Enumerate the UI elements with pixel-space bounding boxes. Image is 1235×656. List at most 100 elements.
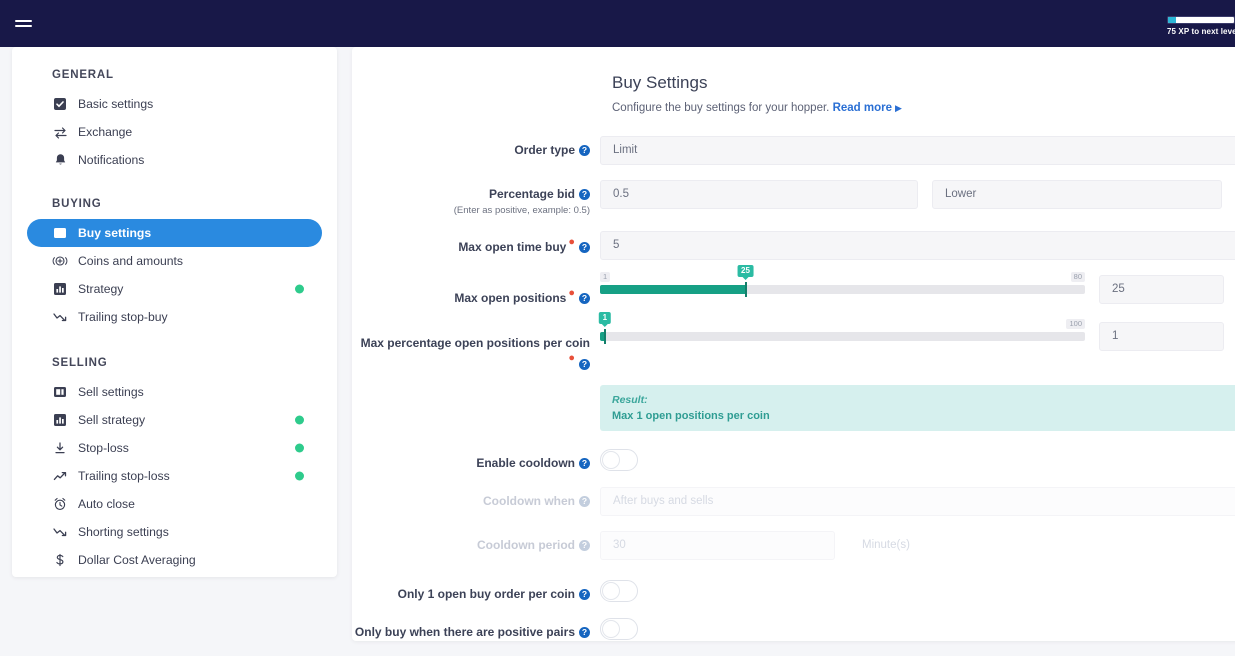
- help-icon[interactable]: ?: [579, 539, 590, 551]
- field-row-enable-cooldown: Enable cooldown?: [352, 448, 1235, 472]
- xp-progress: 75 XP to next level!: [1167, 16, 1235, 36]
- field-label: Max percentage open positions per coin: [360, 336, 590, 351]
- max-pct-open-positions-slider[interactable]: 1 100 1: [598, 312, 1085, 351]
- sidebar-item-label: Sell settings: [78, 385, 144, 399]
- required-marker: ●: [568, 352, 575, 365]
- slider-thumb[interactable]: [603, 329, 606, 345]
- sidebar-item-shorting-settings[interactable]: Shorting settings: [27, 518, 322, 546]
- sidebar-item-coins-and-amounts[interactable]: Coins and amounts: [27, 247, 322, 275]
- slider-thumb[interactable]: [744, 282, 747, 297]
- label-max-open-positions: Max open positions ●?: [352, 275, 600, 307]
- required-marker: ●: [568, 236, 575, 248]
- percentage-bid-input[interactable]: 0.5: [600, 180, 918, 209]
- toggle-knob: [602, 581, 620, 600]
- slider-fill: [600, 285, 746, 294]
- label-enable-cooldown: Enable cooldown?: [352, 449, 600, 472]
- field-row-only-1-open-buy-order: Only 1 open buy order per coin?: [352, 579, 1235, 603]
- slider-track[interactable]: 25: [600, 265, 1085, 297]
- help-icon[interactable]: ?: [579, 189, 590, 200]
- toggle-knob: [602, 450, 620, 469]
- sidebar-item-auto-close[interactable]: Auto close: [27, 490, 322, 518]
- only-buy-positive-pairs-toggle[interactable]: [600, 617, 638, 640]
- sidebar-item-sell-settings[interactable]: Sell settings: [27, 378, 322, 406]
- max-open-time-buy-input[interactable]: 5: [600, 231, 1235, 260]
- result-prefix: Max: [612, 409, 637, 422]
- required-marker: ●: [568, 287, 575, 299]
- help-icon[interactable]: ?: [579, 588, 590, 600]
- sidebar-item-label: Stop-loss: [78, 441, 129, 455]
- chart-bar-icon: [52, 281, 68, 297]
- label-max-open-time-buy: Max open time buy ●?: [352, 231, 600, 256]
- field-label: Max open time buy: [458, 240, 567, 255]
- sidebar-item-label: Dollar Cost Averaging: [78, 553, 196, 567]
- max-open-positions-slider[interactable]: 1 80 25: [600, 265, 1085, 304]
- slider-track[interactable]: 1: [598, 312, 1085, 345]
- enable-cooldown-toggle[interactable]: [600, 448, 638, 471]
- help-icon[interactable]: ?: [579, 293, 590, 305]
- page-subtitle-text: Configure the buy settings for your hopp…: [612, 102, 830, 114]
- max-pct-open-positions-input[interactable]: 1: [1099, 322, 1224, 352]
- field-label: Enable cooldown: [476, 455, 575, 470]
- field-row-cooldown-when: Cooldown when? After buys and sells: [352, 486, 1235, 516]
- sidebar-item-strategy[interactable]: Strategy: [27, 275, 322, 303]
- sidebar-item-trailing-stop-buy[interactable]: Trailing stop-buy: [27, 303, 322, 331]
- help-icon[interactable]: ?: [579, 626, 590, 638]
- label-order-type: Order type?: [352, 136, 600, 159]
- help-icon[interactable]: ?: [579, 457, 590, 469]
- hamburger-icon[interactable]: [8, 9, 38, 39]
- max-open-positions-input[interactable]: 25: [1099, 275, 1224, 304]
- help-icon[interactable]: ?: [579, 145, 590, 156]
- sidebar-item-label: Notifications: [78, 153, 145, 167]
- sidebar-item-exchange[interactable]: Exchange: [27, 118, 322, 146]
- cooldown-period-input[interactable]: 30: [600, 530, 835, 560]
- help-icon[interactable]: ?: [579, 495, 590, 507]
- label-percentage-bid: Percentage bid? (Enter as positive, exam…: [352, 180, 600, 216]
- field-label: Only 1 open buy order per coin: [397, 586, 575, 601]
- coins-icon: [52, 253, 68, 269]
- help-icon[interactable]: ?: [579, 242, 590, 254]
- sidebar-section-selling: SELLING: [52, 357, 108, 369]
- page-subtitle: Configure the buy settings for your hopp…: [612, 102, 1235, 114]
- sidebar-item-label: Coins and amounts: [78, 254, 184, 268]
- sidebar-item-basic-settings[interactable]: Basic settings: [27, 90, 322, 118]
- sidebar-item-stop-loss[interactable]: Stop-loss: [27, 434, 322, 462]
- sidebar-item-label: Strategy: [78, 282, 124, 296]
- chevron-right-icon: ▶: [895, 103, 902, 113]
- sidebar-item-label: Trailing stop-loss: [78, 469, 170, 483]
- field-label: Max open positions: [454, 291, 567, 306]
- label-only-1-open-buy-order: Only 1 open buy order per coin?: [352, 580, 600, 603]
- cooldown-when-select[interactable]: After buys and sells: [600, 486, 1235, 516]
- slider-min-label: 1: [600, 272, 611, 282]
- label-only-buy-positive-pairs: Only buy when there are positive pairs?: [352, 618, 600, 641]
- slider-value-bubble: 25: [737, 265, 754, 277]
- help-icon[interactable]: ?: [579, 358, 590, 370]
- field-label: Cooldown period: [477, 537, 575, 552]
- sidebar-item-label: Sell strategy: [78, 413, 146, 427]
- sidebar-item-label: Trailing stop-buy: [78, 310, 168, 324]
- sidebar-item-trailing-stop-loss[interactable]: Trailing stop-loss: [27, 462, 322, 490]
- exchange-icon: [52, 124, 68, 140]
- status-badge: [295, 284, 304, 294]
- read-more-link[interactable]: Read more: [833, 102, 892, 114]
- trend-up-icon: [52, 468, 68, 484]
- percentage-bid-direction-select[interactable]: Lower: [932, 180, 1222, 209]
- sidebar-item-notifications[interactable]: Notifications: [27, 146, 322, 174]
- order-type-select[interactable]: Limit: [600, 136, 1235, 165]
- sidebar-item-sell-strategy[interactable]: Sell strategy: [27, 406, 322, 434]
- dollar-icon: [52, 552, 68, 568]
- sidebar-section-general: GENERAL: [52, 69, 114, 81]
- label-max-pct-open-positions-per-coin: Max percentage open positions per coin●?: [352, 322, 600, 372]
- sell-settings-icon: [52, 384, 68, 400]
- sidebar-item-label: Buy settings: [78, 226, 152, 240]
- sidebar-item-buy-settings[interactable]: Buy settings: [27, 219, 322, 247]
- field-label: Cooldown when: [483, 493, 575, 508]
- trend-down-icon: [52, 524, 68, 540]
- result-box: Result: Max 1 open positions per coin: [600, 384, 1235, 431]
- field-label: Only buy when there are positive pairs: [354, 624, 575, 639]
- only-1-open-buy-order-toggle[interactable]: [600, 579, 638, 602]
- sidebar-section-buying: BUYING: [52, 198, 102, 210]
- result-text: Max 1 open positions per coin: [612, 410, 1228, 422]
- sidebar-item-dollar-cost-averaging[interactable]: Dollar Cost Averaging: [27, 546, 322, 574]
- alarm-clock-icon: [52, 496, 68, 512]
- field-row-max-open-time-buy: Max open time buy ●? 5: [352, 231, 1235, 260]
